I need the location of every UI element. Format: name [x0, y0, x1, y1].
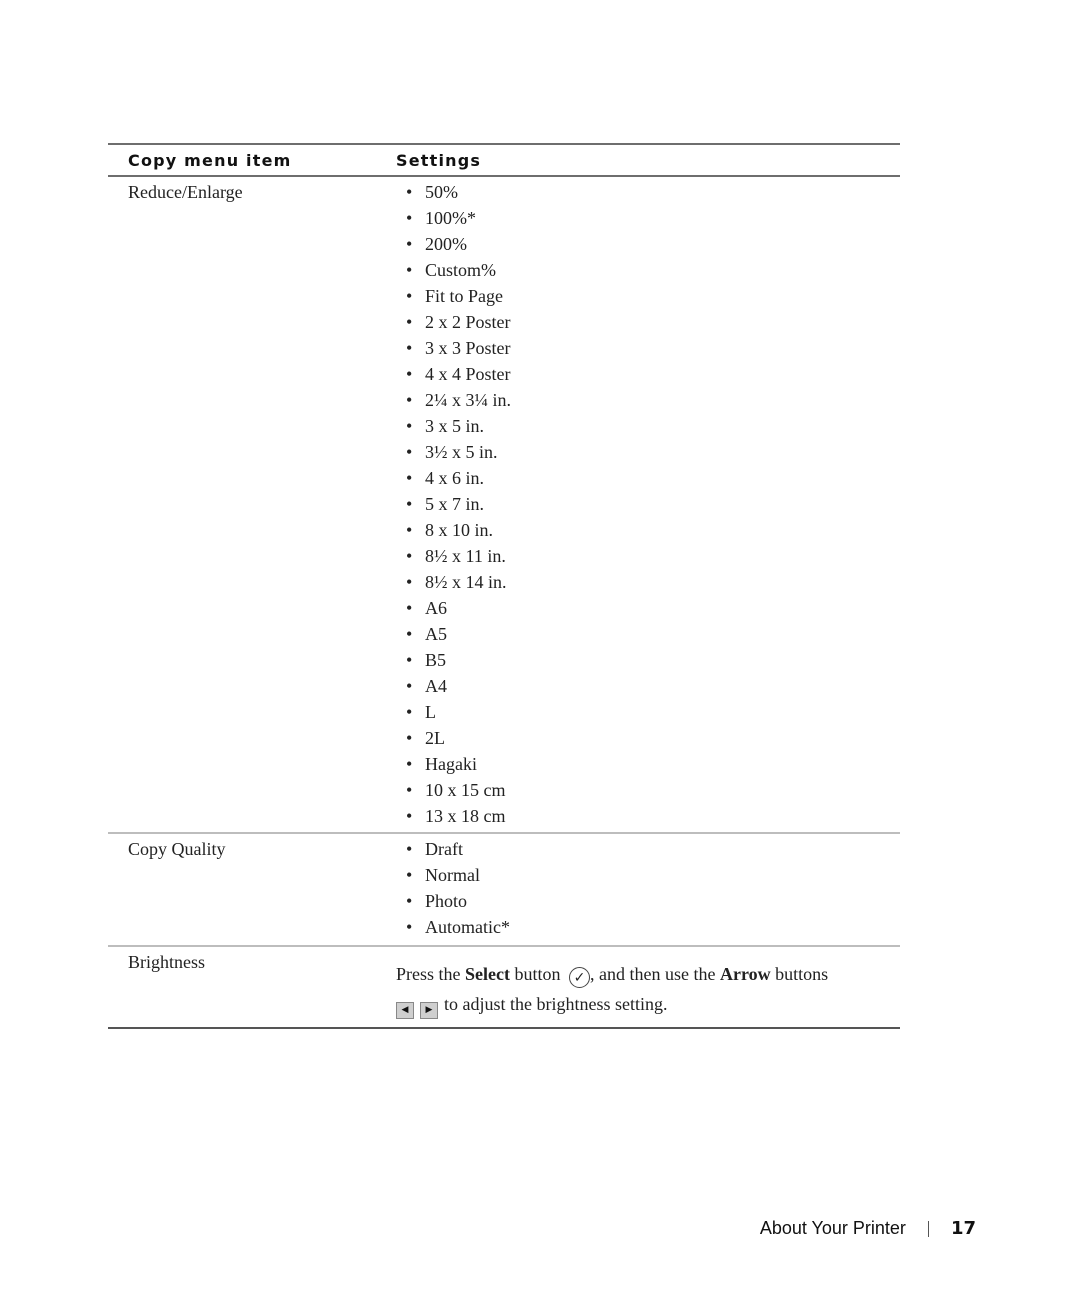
select-label: Select — [465, 964, 510, 984]
setting-item: 10 x 15 cm — [406, 777, 900, 803]
setting-item: Hagaki — [406, 751, 900, 777]
setting-item: 4 x 4 Poster — [406, 361, 900, 387]
settings-list: 50%100%*200%Custom%Fit to Page2 x 2 Post… — [396, 179, 900, 829]
footer-separator — [927, 1220, 929, 1237]
setting-item: Draft — [406, 836, 900, 862]
setting-item: 5 x 7 in. — [406, 491, 900, 517]
setting-item: 100%* — [406, 205, 900, 231]
setting-item: 2¼ x 3¼ in. — [406, 387, 900, 413]
setting-item: 8½ x 11 in. — [406, 543, 900, 569]
setting-item: 8½ x 14 in. — [406, 569, 900, 595]
table-row-brightness: Brightness Press the Select button ✓, an… — [108, 947, 900, 1027]
setting-item: 3½ x 5 in. — [406, 439, 900, 465]
settings-list: DraftNormalPhotoAutomatic* — [396, 836, 900, 940]
setting-item: Fit to Page — [406, 283, 900, 309]
setting-item: A5 — [406, 621, 900, 647]
header-settings: Settings — [396, 150, 482, 170]
setting-item: Custom% — [406, 257, 900, 283]
row-label: Copy Quality — [128, 839, 226, 859]
setting-item: 3 x 5 in. — [406, 413, 900, 439]
arrow-label: Arrow — [719, 964, 771, 984]
setting-item: Automatic* — [406, 914, 900, 940]
setting-item: Photo — [406, 888, 900, 914]
setting-item: 8 x 10 in. — [406, 517, 900, 543]
row-label: Brightness — [128, 952, 206, 972]
setting-item: 4 x 6 in. — [406, 465, 900, 491]
setting-item: A6 — [406, 595, 900, 621]
brightness-instructions: Press the Select button ✓, and then use … — [396, 949, 900, 1019]
right-arrow-icon: ▶ — [420, 1002, 438, 1019]
page-number: 17 — [950, 1218, 976, 1239]
setting-item: A4 — [406, 673, 900, 699]
header-copy-menu-item: Copy menu item — [128, 150, 292, 170]
setting-item: B5 — [406, 647, 900, 673]
setting-item: 13 x 18 cm — [406, 803, 900, 829]
copy-menu-table: Copy menu item Settings Reduce/Enlarge 5… — [108, 143, 900, 1029]
setting-item: 200% — [406, 231, 900, 257]
page-footer: About Your Printer 17 — [760, 1218, 976, 1239]
setting-item: Normal — [406, 862, 900, 888]
table-bottom-rule — [108, 1027, 900, 1029]
row-label: Reduce/Enlarge — [128, 182, 243, 202]
left-arrow-icon: ◀ — [396, 1002, 414, 1019]
setting-item: 2L — [406, 725, 900, 751]
footer-section-title: About Your Printer — [759, 1218, 906, 1238]
table-row-copy-quality: Copy Quality DraftNormalPhotoAutomatic* — [108, 834, 900, 945]
table-row-reduce-enlarge: Reduce/Enlarge 50%100%*200%Custom%Fit to… — [108, 177, 900, 832]
setting-item: 3 x 3 Poster — [406, 335, 900, 361]
setting-item: 50% — [406, 179, 900, 205]
select-button-icon: ✓ — [569, 967, 590, 988]
setting-item: 2 x 2 Poster — [406, 309, 900, 335]
setting-item: L — [406, 699, 900, 725]
table-header: Copy menu item Settings — [108, 145, 900, 175]
